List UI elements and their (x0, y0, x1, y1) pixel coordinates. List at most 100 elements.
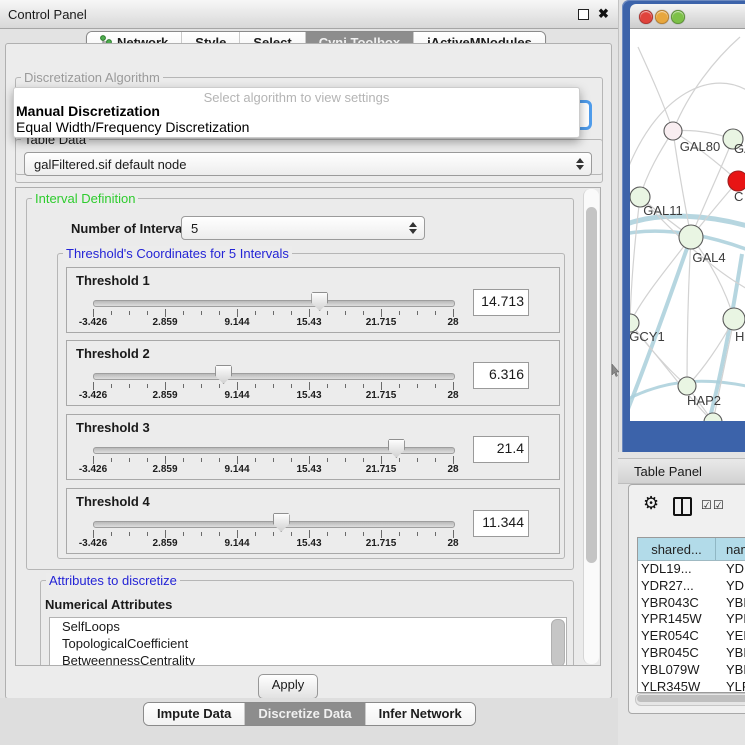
node-table: shared... name YDL19...YDL1YDR27...YDR2Y… (637, 537, 745, 693)
table-row[interactable]: YPR145WYPR1 (638, 611, 745, 628)
table-hscrollbar[interactable] (635, 693, 745, 706)
table-cell[interactable]: YPR1 (718, 611, 745, 628)
tick-mark (219, 384, 220, 388)
slider-tick-labels: -3.4262.8599.14415.4321.71528 (93, 390, 453, 402)
close-traffic-light-icon[interactable] (639, 10, 653, 24)
table-data-combo[interactable]: galFiltered.sif default node (24, 152, 592, 176)
gear-icon[interactable]: ⚙ (643, 493, 659, 514)
dropdown-option-equal-width[interactable]: Equal Width/Frequency Discretization (16, 119, 249, 135)
checkbox-icon[interactable]: ☑ (701, 498, 712, 512)
table-row[interactable]: YBR045CYBR0 (638, 645, 745, 662)
table-cell[interactable]: YBR045C (638, 645, 718, 662)
tab-infer-network[interactable]: Infer Network (366, 703, 475, 725)
node-label: GAL80 (680, 139, 720, 154)
network-node[interactable] (728, 171, 745, 191)
threshold-value-field[interactable]: 6.316 (473, 362, 529, 389)
tick-mark (399, 458, 400, 462)
tick-mark (111, 311, 112, 315)
tick-label: 9.144 (224, 317, 249, 328)
settings-scrollbar-track[interactable] (583, 189, 599, 664)
network-edge[interactable] (640, 131, 673, 197)
number-of-intervals-label: Number of Intervals (71, 221, 193, 236)
table-cell[interactable]: YPR145W (638, 611, 718, 628)
list-item[interactable]: TopologicalCoefficient (50, 635, 566, 652)
table-row[interactable]: YLR345WYLR3 (638, 679, 745, 693)
tick-label: 28 (447, 538, 458, 549)
tick-mark (363, 384, 364, 388)
table-cell[interactable]: YBL0 (718, 662, 745, 679)
column-header[interactable]: shared... (638, 538, 716, 560)
combo-arrows-icon (575, 157, 584, 171)
slider-track[interactable] (93, 373, 455, 380)
tick-label: -3.426 (79, 390, 107, 401)
tab-discretize-data[interactable]: Discretize Data (245, 703, 365, 725)
float-window-icon[interactable] (578, 9, 589, 20)
table-cell[interactable]: YBL079W (638, 662, 718, 679)
tick-label: 28 (447, 390, 458, 401)
tick-mark (147, 458, 148, 462)
network-node[interactable] (704, 413, 722, 421)
table-row[interactable]: YDR27...YDR2 (638, 578, 745, 595)
slider-tick-labels: -3.4262.8599.14415.4321.71528 (93, 464, 453, 476)
table-hscrollbar-thumb[interactable] (637, 695, 745, 702)
table-cell[interactable]: YLR345W (638, 679, 718, 693)
numerical-attributes-label: Numerical Attributes (45, 597, 172, 612)
table-cell[interactable]: YER0 (718, 628, 745, 645)
apply-button[interactable]: Apply (258, 674, 318, 699)
table-cell[interactable]: YDL1 (718, 561, 745, 578)
settings-scroll-area: Interval Definition Number of Intervals … (15, 187, 601, 666)
network-edge[interactable] (638, 47, 673, 131)
table-cell[interactable]: YER054C (638, 628, 718, 645)
close-icon[interactable]: ✖ (598, 6, 609, 22)
table-header-row: shared... name (638, 538, 745, 561)
table-row[interactable]: YBR043CYBR0 (638, 595, 745, 612)
settings-scrollbar-thumb[interactable] (586, 207, 597, 563)
threshold-value-field[interactable]: 11.344 (473, 510, 529, 537)
table-row[interactable]: YER054CYER0 (638, 628, 745, 645)
network-edge[interactable] (630, 197, 640, 323)
tick-mark (219, 532, 220, 536)
node-label: GAL11 (643, 203, 683, 218)
tick-label: 28 (447, 464, 458, 475)
table-cell[interactable]: YDR2 (718, 578, 745, 595)
table-cell[interactable]: YBR0 (718, 645, 745, 662)
column-header[interactable]: name (716, 538, 745, 560)
table-cell[interactable]: YBR0 (718, 595, 745, 612)
table-cell[interactable]: YDL19... (638, 561, 718, 578)
table-cell[interactable]: YDR27... (638, 578, 718, 595)
dropdown-option-manual[interactable]: Manual Discretization (16, 103, 160, 119)
tick-mark (417, 311, 418, 315)
list-scrollbar[interactable] (551, 619, 565, 666)
threshold-value-field[interactable]: 21.4 (473, 436, 529, 463)
tick-mark (309, 530, 310, 538)
maximize-traffic-light-icon[interactable] (671, 10, 685, 24)
network-edge[interactable] (687, 237, 691, 386)
threshold-value-field[interactable]: 14.713 (473, 289, 529, 316)
tab-impute-data[interactable]: Impute Data (144, 703, 245, 725)
table-cell[interactable]: YBR043C (638, 595, 718, 612)
network-node[interactable] (664, 122, 682, 140)
tick-mark (381, 530, 382, 538)
tick-label: 21.715 (366, 390, 397, 401)
network-edge[interactable] (630, 237, 691, 323)
tick-mark (309, 309, 310, 317)
tick-mark (255, 458, 256, 462)
slider-track[interactable] (93, 300, 455, 307)
minimize-traffic-light-icon[interactable] (655, 10, 669, 24)
split-columns-icon[interactable] (673, 497, 692, 516)
list-item[interactable]: BetweennessCentrality (50, 652, 566, 666)
table-row[interactable]: YDL19...YDL1 (638, 561, 745, 578)
tick-mark (201, 311, 202, 315)
table-row[interactable]: YBL079WYBL0 (638, 662, 745, 679)
number-of-intervals-combo[interactable]: 5 (181, 216, 425, 240)
numerical-attributes-list[interactable]: SelfLoops TopologicalCoefficient Between… (49, 617, 567, 666)
table-cell[interactable]: YLR3 (718, 679, 745, 693)
network-node[interactable] (679, 225, 703, 249)
network-node[interactable] (723, 308, 745, 330)
list-item[interactable]: SelfLoops (50, 618, 566, 635)
network-canvas[interactable]: GAL80GACGAL11GAL4GCY1HHAP2 (630, 29, 745, 421)
checkbox-icon[interactable]: ☑ (713, 498, 724, 512)
tick-mark (291, 384, 292, 388)
cyni-mode-tabs: Impute Data Discretize Data Infer Networ… (143, 702, 476, 726)
tick-mark (201, 532, 202, 536)
